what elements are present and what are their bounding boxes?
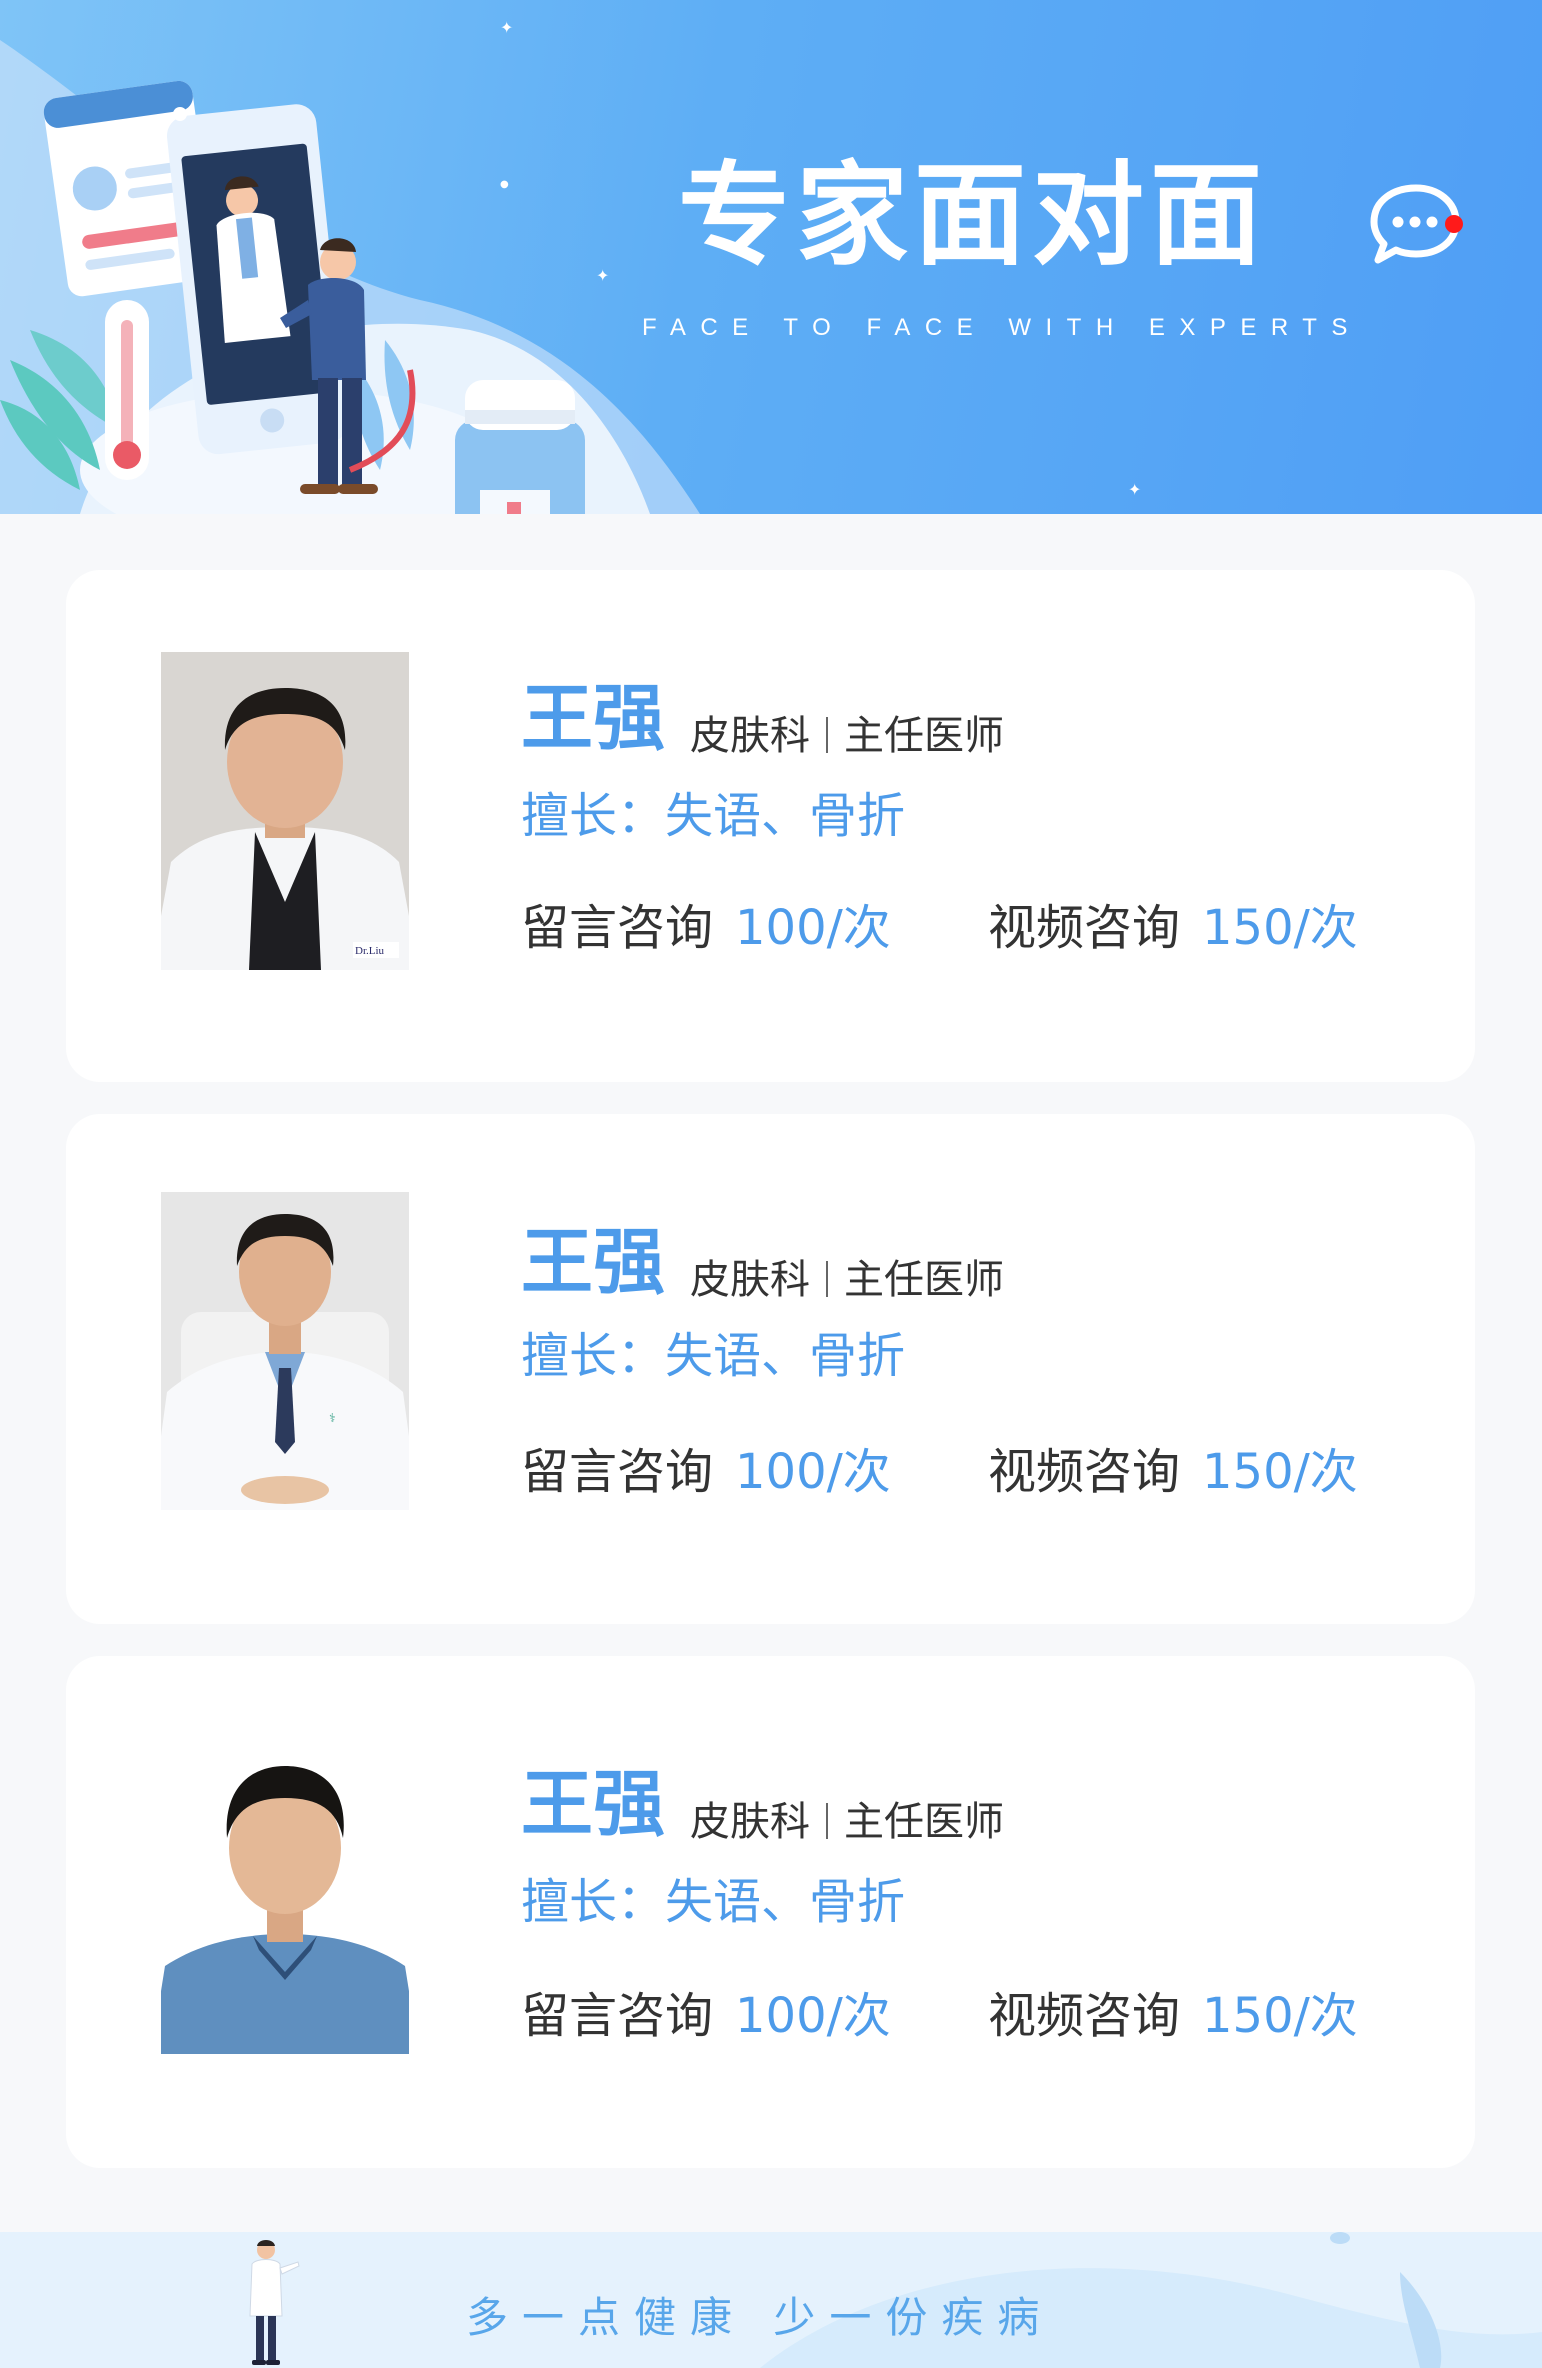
sparkle-icon: ● xyxy=(500,179,509,190)
notification-dot xyxy=(1445,215,1463,233)
video-consult-price: 150/次 xyxy=(1202,1988,1358,2044)
doctor-name: 王强 xyxy=(521,676,666,760)
doctor-name: 王强 xyxy=(521,1762,666,1846)
video-consult[interactable]: 视频咨询 150/次 xyxy=(988,1992,1358,2040)
sparkle-icon: ✦ xyxy=(1128,480,1142,499)
doctor-meta: 皮肤科 主任医师 xyxy=(690,1260,1004,1300)
divider xyxy=(826,1261,828,1297)
footer-banner: 多一点健康 少一份疾病 xyxy=(0,2232,1542,2368)
footer-slogan: 多一点健康 少一份疾病 xyxy=(466,2293,1054,2342)
doctor-name: 王强 xyxy=(521,1220,666,1304)
doctor-specialty: 擅长：失语、骨折 xyxy=(521,788,906,844)
divider xyxy=(826,1803,828,1839)
video-consult[interactable]: 视频咨询 150/次 xyxy=(988,904,1358,952)
svg-text:⚕: ⚕ xyxy=(329,1411,336,1425)
doctor-department: 皮肤科 xyxy=(690,1257,810,1303)
telemedicine-illustration xyxy=(0,40,700,514)
doctor-card[interactable]: 王强 皮肤科 主任医师 擅长：失语、骨折 留言咨询 100/次 视频咨询 150/次 xyxy=(66,1656,1475,2168)
message-consult[interactable]: 留言咨询 100/次 xyxy=(521,1448,891,1496)
doctor-photo: Dr.Liu xyxy=(161,652,409,970)
doctor-specialty: 擅长：失语、骨折 xyxy=(521,1328,906,1384)
sparkle-icon: ✦ xyxy=(596,266,610,285)
doctor-title: 主任医师 xyxy=(844,1257,1004,1303)
doctor-card[interactable]: ⚕ 王强 皮肤科 主任医师 擅长：失语、骨折 留言咨询 100/次 视频咨询 150/… xyxy=(66,1114,1475,1624)
doctor-photo xyxy=(161,1736,409,2054)
doctor-figure-icon xyxy=(249,2240,300,2365)
video-consult-label: 视频咨询 xyxy=(988,900,1181,956)
video-consult-label: 视频咨询 xyxy=(988,1444,1181,1500)
doctor-department: 皮肤科 xyxy=(690,1799,810,1845)
doctor-department: 皮肤科 xyxy=(690,713,810,759)
doctor-specialty: 擅长：失语、骨折 xyxy=(521,1874,906,1930)
message-consult[interactable]: 留言咨询 100/次 xyxy=(521,1992,891,2040)
header-banner: ✦ ● ✦ ✦ 专家面对面 FACE TO FACE WITH EXPERTS xyxy=(0,0,1542,514)
video-consult-price: 150/次 xyxy=(1202,1444,1358,1500)
doctor-card[interactable]: Dr.Liu 王强 皮肤科 主任医师 擅长：失语、骨折 留言咨询 100/次 视频咨… xyxy=(66,570,1475,1082)
doctor-meta: 皮肤科 主任医师 xyxy=(690,716,1004,756)
doctor-title: 主任医师 xyxy=(844,1799,1004,1845)
message-consult[interactable]: 留言咨询 100/次 xyxy=(521,904,891,952)
divider xyxy=(826,717,828,753)
video-consult[interactable]: 视频咨询 150/次 xyxy=(988,1448,1358,1496)
video-consult-label: 视频咨询 xyxy=(988,1988,1181,2044)
message-consult-price: 100/次 xyxy=(735,1444,891,1500)
video-consult-price: 150/次 xyxy=(1202,900,1358,956)
page-subtitle: FACE TO FACE WITH EXPERTS xyxy=(642,314,1362,341)
message-consult-price: 100/次 xyxy=(735,900,891,956)
message-consult-label: 留言咨询 xyxy=(521,1444,714,1500)
message-consult-label: 留言咨询 xyxy=(521,900,714,956)
sparkle-icon: ✦ xyxy=(500,18,514,37)
photo-badge: Dr.Liu xyxy=(355,945,385,957)
page-title: 专家面对面 xyxy=(678,151,1268,281)
chat-icon[interactable] xyxy=(1364,182,1464,268)
message-consult-price: 100/次 xyxy=(735,1988,891,2044)
message-consult-label: 留言咨询 xyxy=(521,1988,714,2044)
doctor-photo: ⚕ xyxy=(161,1192,409,1510)
doctor-meta: 皮肤科 主任医师 xyxy=(690,1802,1004,1842)
doctor-title: 主任医师 xyxy=(844,713,1004,759)
